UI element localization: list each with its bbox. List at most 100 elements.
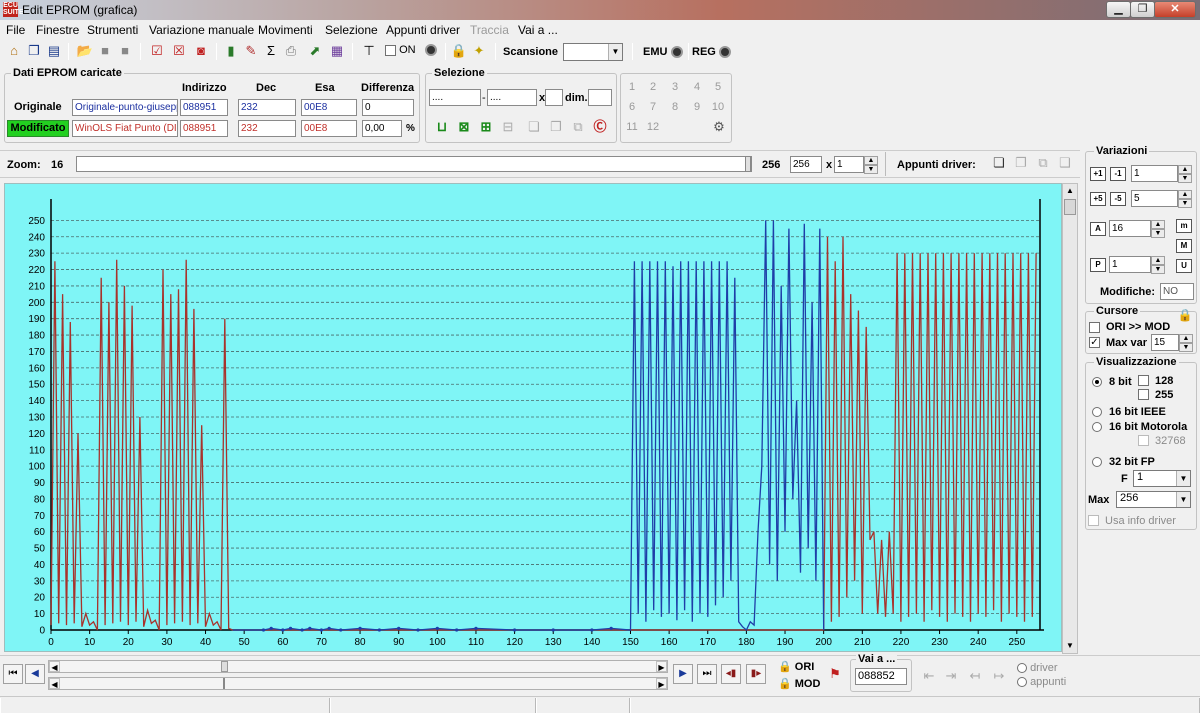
plus-1-icon[interactable]: +1: [1090, 167, 1106, 181]
select-cut-icon[interactable]: ⊠: [455, 118, 473, 136]
radio-16ieee[interactable]: [1092, 406, 1102, 418]
num-button-4[interactable]: 4: [687, 78, 707, 96]
runner-icon[interactable]: ✦: [470, 42, 488, 60]
emu-button[interactable]: EMU: [643, 46, 683, 59]
save-as-icon[interactable]: ■: [116, 42, 134, 60]
modificato-indirizzo-field[interactable]: 088951: [180, 120, 228, 137]
u-button[interactable]: U: [1176, 259, 1192, 273]
zoom-spin-down[interactable]: ▼: [864, 165, 878, 174]
clear-selection-icon[interactable]: Ⓒ: [591, 118, 609, 136]
menu-finestre[interactable]: Finestre: [36, 23, 79, 37]
check-255[interactable]: [1138, 388, 1149, 400]
var-step3-down[interactable]: ▼: [1151, 229, 1165, 238]
scroll-right-icon[interactable]: ▶: [656, 678, 667, 689]
num-button-12[interactable]: 12: [643, 118, 663, 136]
modificato-diff-field[interactable]: 0,00: [362, 120, 402, 137]
prev-step-icon[interactable]: ◀: [25, 664, 45, 684]
clipboard-copy-icon[interactable]: ❏: [990, 154, 1008, 172]
num-button-8[interactable]: 8: [665, 98, 685, 116]
num-button-11[interactable]: 11: [622, 118, 642, 136]
originale-dec-field[interactable]: 232: [238, 99, 296, 116]
scansione-select[interactable]: ▼: [563, 43, 623, 61]
radio-16moto[interactable]: [1092, 421, 1102, 433]
menu-appunti-driver[interactable]: Appunti driver: [386, 23, 460, 37]
m-lower-button[interactable]: m: [1176, 219, 1192, 233]
menu-selezione[interactable]: Selezione: [325, 23, 378, 37]
plus-5-icon[interactable]: +5: [1090, 192, 1106, 206]
graph-icon[interactable]: ▦: [328, 42, 346, 60]
ori-button[interactable]: 🔒 ORI: [778, 660, 814, 673]
open-folder-icon[interactable]: 📂: [76, 42, 94, 60]
var-step4-down[interactable]: ▼: [1151, 265, 1165, 274]
minus-1-icon[interactable]: -1: [1110, 167, 1126, 181]
var-step3-up[interactable]: ▲: [1151, 220, 1165, 229]
originale-indirizzo-field[interactable]: 088951: [180, 99, 228, 116]
check-128[interactable]: [1138, 374, 1149, 386]
scroll-right-icon[interactable]: ▶: [656, 661, 667, 672]
menu-movimenti[interactable]: Movimenti: [258, 23, 313, 37]
maximize-button[interactable]: ❐: [1130, 1, 1155, 18]
check-32768[interactable]: [1138, 434, 1149, 446]
reg-button[interactable]: REG: [692, 46, 731, 59]
bottom-scrollbar[interactable]: ◀ ▶: [48, 677, 668, 690]
num-button-3[interactable]: 3: [665, 78, 685, 96]
ori-mod-checkbox[interactable]: [1089, 321, 1100, 333]
selezione-to-field[interactable]: ....: [487, 89, 537, 106]
top-scrollbar[interactable]: ◀ ▶: [48, 660, 668, 673]
modificato-file-field[interactable]: WinOLS Fiat Punto (DI: [72, 120, 178, 137]
originale-esa-field[interactable]: 00E8: [301, 99, 357, 116]
radio-8bit[interactable]: [1092, 376, 1102, 388]
calculator-icon[interactable]: ▮: [222, 42, 240, 60]
selezione-mult-field[interactable]: [545, 89, 563, 106]
menu-traccia[interactable]: Traccia: [470, 23, 509, 37]
var-step4-up[interactable]: ▲: [1151, 256, 1165, 265]
compare-icon[interactable]: ☒: [170, 42, 188, 60]
var-step1-down[interactable]: ▼: [1178, 174, 1192, 183]
num-button-2[interactable]: 2: [643, 78, 663, 96]
zoom-mult-field[interactable]: 1: [834, 156, 864, 173]
align-right-icon[interactable]: ⇥: [942, 667, 960, 685]
max-var-down[interactable]: ▼: [1179, 343, 1193, 352]
var-step3-field[interactable]: 16: [1109, 220, 1151, 237]
mod-button[interactable]: 🔒 MOD: [778, 677, 820, 690]
var-step1-field[interactable]: 1: [1131, 165, 1178, 182]
zoom-value-field[interactable]: 256: [790, 156, 822, 173]
home-icon[interactable]: ⌂: [5, 42, 23, 60]
originale-diff-field[interactable]: 0: [362, 99, 414, 116]
num-button-9[interactable]: 9: [687, 98, 707, 116]
max-select[interactable]: 256 ▼: [1116, 491, 1191, 508]
last-page-icon[interactable]: ⏭: [697, 664, 717, 684]
clipboard-paste-icon[interactable]: ❐: [1012, 154, 1030, 172]
max-var-up[interactable]: ▲: [1179, 334, 1193, 343]
window-icon[interactable]: ▤: [45, 42, 63, 60]
a-icon[interactable]: A: [1090, 222, 1106, 236]
clipboard-clear-icon[interactable]: ❑: [1056, 154, 1074, 172]
driver-radio[interactable]: driver: [1017, 662, 1058, 674]
usa-info-checkbox[interactable]: [1088, 514, 1099, 526]
originale-file-field[interactable]: Originale-punto-giusepp: [72, 99, 178, 116]
modificato-esa-field[interactable]: 00E8: [301, 120, 357, 137]
radio-32fp[interactable]: [1092, 456, 1102, 468]
sum-icon[interactable]: Σ: [262, 42, 280, 60]
var-step2-field[interactable]: 5: [1131, 190, 1178, 207]
bottom-scroll-thumb[interactable]: [223, 678, 225, 689]
lock-icon[interactable]: 🔒: [1176, 306, 1194, 324]
var-step2-down[interactable]: ▼: [1178, 199, 1192, 208]
minimize-button[interactable]: ▁: [1106, 1, 1131, 18]
scroll-left-icon[interactable]: ◀: [49, 661, 60, 672]
menu-strumenti[interactable]: Strumenti: [87, 23, 138, 37]
close-button[interactable]: ✕: [1154, 1, 1196, 18]
zoom-slider-thumb[interactable]: [745, 156, 751, 172]
text-icon[interactable]: ⊤: [360, 42, 378, 60]
num-button-6[interactable]: 6: [622, 98, 642, 116]
numpad-settings-icon[interactable]: ⚙: [710, 118, 728, 136]
num-button-5[interactable]: 5: [708, 78, 728, 96]
move-left-icon[interactable]: ↤: [966, 667, 984, 685]
on-checkbox[interactable]: ON: [385, 44, 416, 56]
appunti-radio[interactable]: appunti: [1017, 676, 1066, 688]
var-step1-up[interactable]: ▲: [1178, 165, 1192, 174]
windows-icon[interactable]: ❐: [25, 42, 43, 60]
export-icon[interactable]: ⬈: [306, 42, 324, 60]
m-upper-button[interactable]: M: [1176, 239, 1192, 253]
var-step2-up[interactable]: ▲: [1178, 190, 1192, 199]
